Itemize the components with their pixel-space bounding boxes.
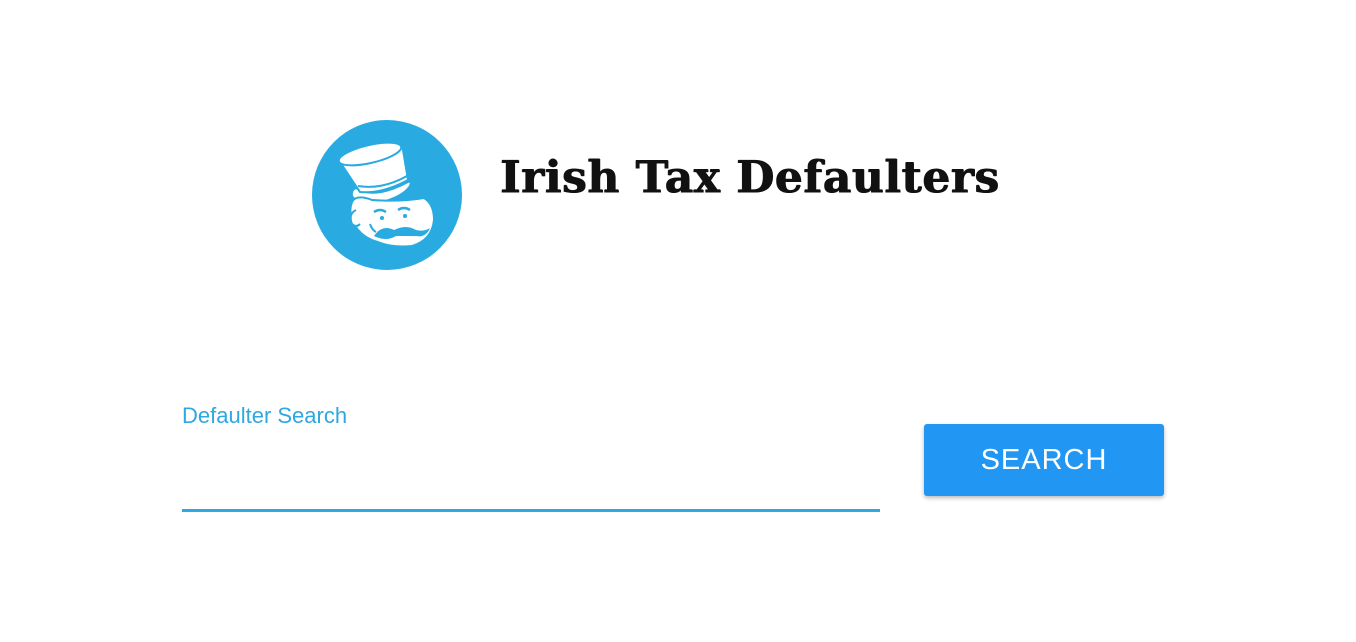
defaulter-search-form: Defaulter Search SEARCH: [0, 380, 1356, 560]
defaulter-search-input[interactable]: [182, 440, 880, 512]
site-header: Irish Tax Defaulters: [0, 0, 1356, 300]
search-button[interactable]: SEARCH: [924, 424, 1164, 496]
monopoly-man-logo-icon: [312, 120, 462, 270]
site-title: Irish Tax Defaulters: [500, 152, 1000, 203]
search-field-label: Defaulter Search: [182, 403, 348, 428]
